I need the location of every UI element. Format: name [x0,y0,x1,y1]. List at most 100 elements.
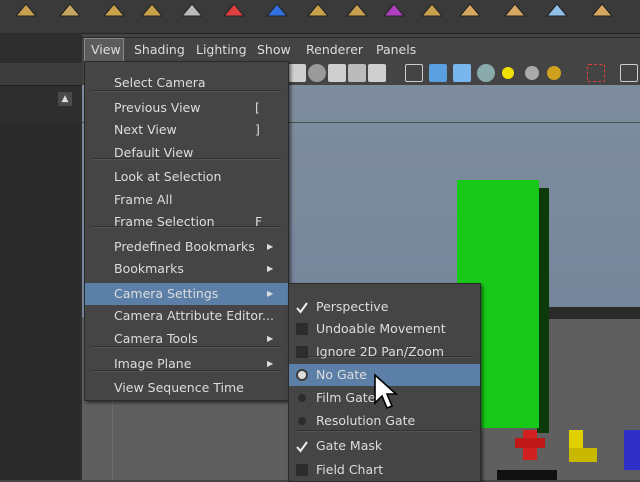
scroll-up-icon[interactable]: ▲ [58,92,72,106]
submenu-arrow-icon: ▶ [267,359,274,368]
sphere-shaded-icon[interactable] [308,64,326,82]
submenu-item-label: Perspective [316,299,389,314]
menu-panels[interactable]: Panels [370,38,422,62]
menu-lighting[interactable]: Lighting [190,38,253,62]
red-object[interactable] [515,430,545,460]
view-menu: Select Camera Previous View [ Next View] Def… [84,61,289,401]
yellow-object[interactable] [567,430,599,462]
pyramid-icon[interactable] [58,0,82,20]
submenu-arrow-icon: ▶ [267,264,274,273]
disc-icon[interactable] [180,0,204,20]
light-icon[interactable] [502,67,514,79]
panel-menu-bar: View Shading Lighting Show Renderer Pane… [82,37,640,62]
menu-item-label: Camera Attribute Editor... [114,308,274,323]
menu-item-label: Default View [114,145,194,160]
menu-item-label: Camera Settings [114,286,219,301]
submenu-item-label: Field Chart [316,462,384,477]
checkbox-empty-icon [296,464,308,476]
menu-item-select-camera[interactable]: Select Camera [85,72,288,94]
menu-item-default-view[interactable]: Default View [85,142,288,164]
radio-empty-icon [298,394,306,402]
menu-item-camera-attribute-editor[interactable]: Camera Attribute Editor... [85,305,288,327]
checker-sphere-icon[interactable] [477,64,495,82]
checkmark-icon [295,300,309,314]
menu-item-label: Next View [114,122,177,137]
menu-item-look-at-selection[interactable]: Look at Selection [85,166,288,188]
menu-item-camera-tools[interactable]: Camera Tools ▶ [85,328,288,350]
menu-item-label: View Sequence Time [114,380,244,395]
plane-icon[interactable] [503,0,527,20]
left-panel-list[interactable] [0,123,80,480]
texture-icon[interactable] [368,64,386,82]
radio-empty-icon [298,417,306,425]
menu-item-next-view[interactable]: Next View] [85,119,288,141]
shortcut-label: F [255,214,263,229]
menu-item-previous-view[interactable]: Previous View [ [85,97,288,119]
sphere-icon[interactable] [306,0,330,20]
checkmark-icon [295,439,309,453]
radio-selected-icon [296,369,308,381]
sphere-gold-icon[interactable] [547,66,561,80]
menu-item-camera-settings[interactable]: Camera Settings ▶ [85,283,288,305]
lattice-icon[interactable] [345,0,369,20]
submenu-item-label: Film Gate [316,390,376,405]
submenu-item-label: Undoable Movement [316,321,446,336]
cube-lit-icon[interactable] [453,64,471,82]
cube-outline-icon[interactable] [620,64,638,82]
menu-renderer[interactable]: Renderer [300,38,369,62]
menu-item-label: Frame Selection [114,214,215,229]
menu-item-frame-all[interactable]: Frame All [85,189,288,211]
cube-icon[interactable] [14,0,38,20]
submenu-item-label: Ignore 2D Pan/Zoom [316,344,445,359]
cube-wire-icon[interactable] [405,64,423,82]
left-panel-header [0,63,82,86]
menu-item-predefined-bookmarks[interactable]: Predefined Bookmarks ▶ [85,236,288,258]
plane-icon[interactable] [545,0,569,20]
shortcut-label: [ [255,100,260,115]
menu-item-label: Camera Tools [114,331,198,346]
dark-ledge [537,307,640,319]
menu-item-frame-selection[interactable]: Frame Selection F [85,211,288,233]
menu-item-bookmarks[interactable]: Bookmarks ▶ [85,258,288,280]
submenu-arrow-icon: ▶ [267,289,274,298]
menu-item-label: Predefined Bookmarks [114,239,255,254]
wire-icon[interactable] [328,64,346,82]
curve-icon[interactable] [265,0,289,20]
submenu-item-label: Gate Mask [316,438,383,453]
submenu-item-undoable-movement[interactable]: Undoable Movement [289,318,480,340]
wireframe-cube-icon[interactable] [382,0,406,20]
magnet-icon[interactable] [222,0,246,20]
sphere-gray-icon[interactable] [525,66,539,80]
prism-icon[interactable] [102,0,126,20]
shortcut-label: ] [255,122,260,137]
menu-item-label: Frame All [114,192,173,207]
cylinder-icon[interactable] [140,0,164,20]
menu-item-label: Look at Selection [114,169,222,184]
arrow-icon[interactable] [458,0,482,20]
menu-shading[interactable]: Shading [128,38,191,62]
menu-show[interactable]: Show [251,38,297,62]
submenu-item-gate-mask[interactable]: Gate Mask [289,435,480,457]
submenu-arrow-icon: ▶ [267,242,274,251]
submenu-item-field-chart[interactable]: Field Chart [289,459,480,481]
menu-item-image-plane[interactable]: Image Plane ▶ [85,353,288,375]
blue-object[interactable] [622,430,640,470]
menu-item-label: Previous View [114,100,201,115]
submenu-item-perspective[interactable]: Perspective [289,296,480,318]
submenu-item-label: Resolution Gate [316,413,416,428]
cube-shaded-icon[interactable] [429,64,447,82]
select-icon[interactable] [587,64,605,82]
menu-item-label: Select Camera [114,75,206,90]
checkbox-empty-icon [296,323,308,335]
tent-icon[interactable] [420,0,444,20]
checker-icon[interactable] [348,64,366,82]
shadow [497,470,557,480]
menu-item-view-sequence-time[interactable]: View Sequence Time [85,377,288,399]
submenu-item-ignore-2d-pan-zoom[interactable]: Ignore 2D Pan/Zoom [289,341,480,363]
checkbox-empty-icon [296,346,308,358]
menu-view[interactable]: View [84,38,124,62]
left-panel: ▲ [0,33,82,480]
plane-icon[interactable] [590,0,614,20]
grid-icon[interactable] [288,64,306,82]
submenu-item-resolution-gate[interactable]: Resolution Gate [289,410,480,432]
